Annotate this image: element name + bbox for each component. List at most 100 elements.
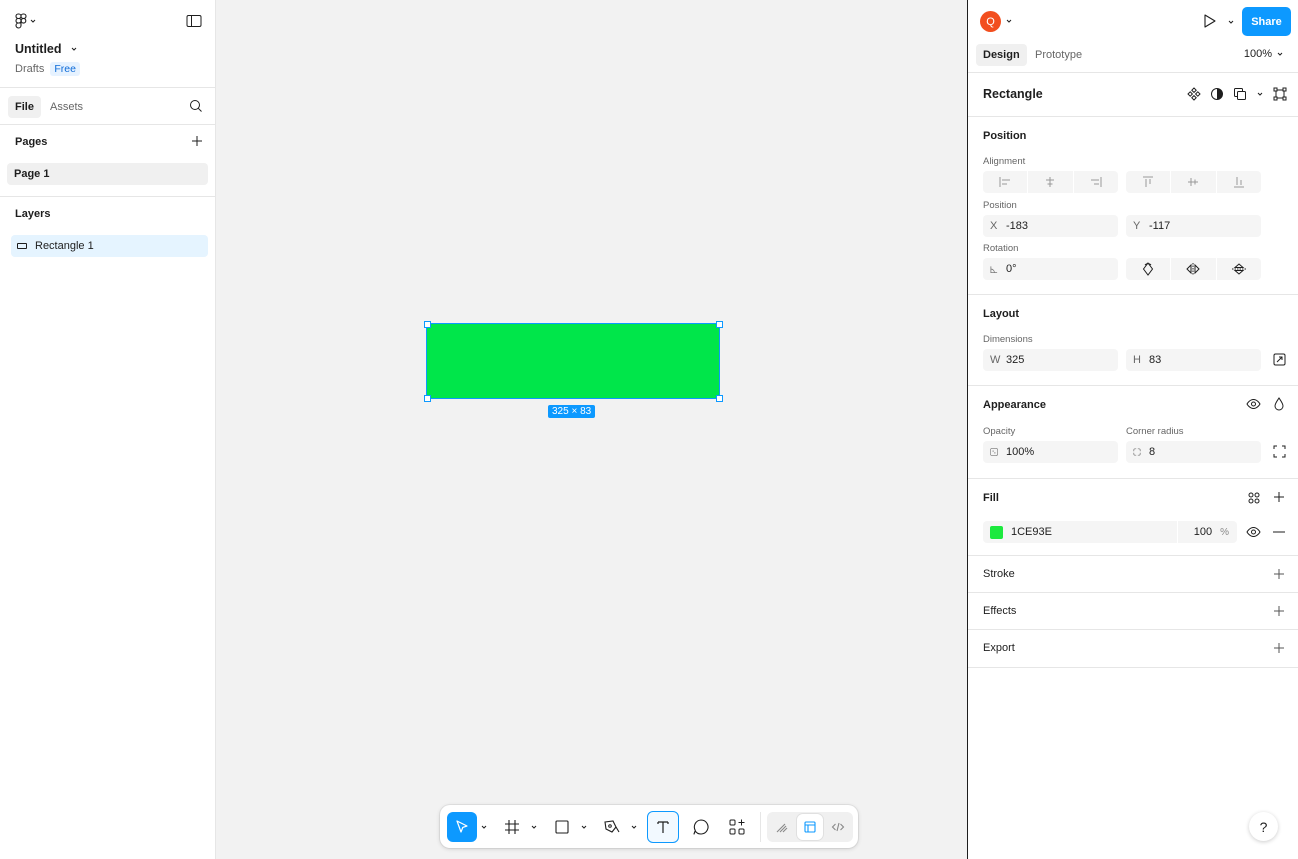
- h-prefix: H: [1133, 354, 1141, 366]
- flip-vertical-icon[interactable]: [1217, 258, 1261, 280]
- shape-tool-dropdown[interactable]: [577, 812, 591, 842]
- opacity-label: Opacity: [983, 426, 1016, 437]
- height-value: 83: [1149, 354, 1162, 366]
- independent-corners-icon[interactable]: [1273, 445, 1286, 458]
- design-mode-button[interactable]: [797, 813, 823, 840]
- opacity-field[interactable]: 100%: [983, 441, 1118, 463]
- width-field[interactable]: W 325: [983, 349, 1118, 371]
- w-prefix: W: [990, 354, 1001, 366]
- tab-design[interactable]: Design: [976, 44, 1027, 66]
- resize-handle-bottom-left[interactable]: [424, 395, 431, 402]
- frame-tool-button[interactable]: [497, 812, 527, 842]
- align-middle-icon[interactable]: [1171, 171, 1217, 193]
- right-panel: Q Share Design Prototype 100% Rectangle: [967, 0, 1298, 859]
- chevron-down-icon[interactable]: [1227, 18, 1235, 26]
- rectangle-tool-button[interactable]: [547, 812, 577, 842]
- present-play-icon[interactable]: [1200, 12, 1218, 30]
- resize-handle-top-right[interactable]: [716, 321, 723, 328]
- layers-heading: Layers: [15, 208, 51, 220]
- flip-horizontal-icon[interactable]: [1171, 258, 1217, 280]
- boolean-icon[interactable]: [1233, 87, 1247, 101]
- x-field[interactable]: X -183: [983, 215, 1118, 237]
- frame-tool-dropdown[interactable]: [527, 812, 541, 842]
- align-left-icon[interactable]: [983, 171, 1029, 193]
- page-item[interactable]: Page 1: [7, 163, 208, 185]
- component-icon[interactable]: [1187, 87, 1201, 101]
- pen-icon: [603, 819, 621, 835]
- resize-handle-top-left[interactable]: [424, 321, 431, 328]
- blend-mode-icon[interactable]: [1274, 397, 1284, 411]
- rectangle-shape[interactable]: [426, 323, 720, 399]
- main-menu-button[interactable]: [15, 13, 37, 29]
- help-button[interactable]: ?: [1249, 812, 1278, 841]
- text-tool-button[interactable]: [647, 810, 679, 843]
- corner-radius-field[interactable]: 8: [1126, 441, 1261, 463]
- fill-row[interactable]: 1CE93E 100 %: [983, 521, 1237, 543]
- chevron-down-icon: [1276, 50, 1284, 58]
- align-center-h-icon[interactable]: [1028, 171, 1074, 193]
- remove-fill-icon[interactable]: [1273, 531, 1285, 533]
- actions-button[interactable]: [722, 812, 752, 842]
- add-export-icon[interactable]: [1273, 642, 1285, 654]
- styles-grid-icon[interactable]: [1248, 492, 1260, 504]
- align-right-icon[interactable]: [1074, 171, 1118, 193]
- add-stroke-icon[interactable]: [1273, 568, 1285, 580]
- comment-tool-button[interactable]: [686, 812, 716, 842]
- align-bottom-icon[interactable]: [1217, 171, 1261, 193]
- effects-section[interactable]: Effects: [968, 593, 1298, 630]
- angle-icon: [990, 265, 998, 274]
- add-fill-icon[interactable]: [1273, 491, 1285, 503]
- code-icon: [831, 820, 845, 834]
- move-tool-button[interactable]: [447, 811, 477, 842]
- pen-tool-dropdown[interactable]: [627, 812, 641, 842]
- resize-handle-bottom-right[interactable]: [716, 395, 723, 402]
- zoom-dropdown[interactable]: 100%: [1244, 48, 1284, 60]
- constrain-proportions-icon[interactable]: [1273, 353, 1286, 366]
- dev-mode-button[interactable]: [825, 814, 851, 840]
- stroke-section[interactable]: Stroke: [968, 556, 1298, 593]
- square-icon: [554, 819, 570, 835]
- export-section[interactable]: Export: [968, 630, 1298, 668]
- rotation-field[interactable]: 0°: [983, 258, 1118, 280]
- avatar[interactable]: Q: [980, 11, 1001, 32]
- object-actions: [1187, 87, 1287, 101]
- eye-icon[interactable]: [1246, 398, 1261, 410]
- layer-item[interactable]: Rectangle 1: [11, 235, 208, 257]
- plan-badge[interactable]: Free: [50, 62, 80, 76]
- opacity-value: 100%: [1006, 446, 1035, 458]
- search-icon[interactable]: [189, 99, 203, 113]
- fill-hex-value[interactable]: 1CE93E: [1011, 526, 1169, 538]
- left-panel: Untitled Drafts Free File Assets Pages P…: [0, 0, 216, 859]
- frame-selection-icon[interactable]: [1273, 87, 1287, 101]
- drafts-link[interactable]: Drafts: [15, 63, 44, 75]
- mask-icon[interactable]: [1210, 87, 1224, 101]
- fill-color-swatch[interactable]: [990, 525, 1003, 539]
- chevron-down-icon[interactable]: [1256, 90, 1264, 98]
- tab-prototype[interactable]: Prototype: [1028, 44, 1089, 66]
- chevron-down-icon: [580, 823, 588, 831]
- add-effect-icon[interactable]: [1273, 605, 1285, 617]
- position-heading: Position: [983, 130, 1027, 142]
- add-page-icon[interactable]: [191, 135, 203, 147]
- share-button[interactable]: Share: [1242, 7, 1291, 36]
- comment-icon: [692, 818, 710, 836]
- opacity-icon: [990, 447, 998, 457]
- chevron-down-icon[interactable]: [1005, 17, 1013, 25]
- tab-file[interactable]: File: [8, 96, 41, 118]
- rotate-90-icon[interactable]: [1126, 258, 1172, 280]
- bottom-toolbar: [440, 805, 858, 848]
- sidebar-toggle-icon[interactable]: [186, 14, 202, 28]
- height-field[interactable]: H 83: [1126, 349, 1261, 371]
- eye-icon[interactable]: [1246, 526, 1261, 538]
- fill-opacity-value[interactable]: 100: [1186, 526, 1212, 538]
- canvas[interactable]: 325 × 83: [217, 0, 967, 859]
- y-field[interactable]: Y -117: [1126, 215, 1261, 237]
- pages-section: Pages Page 1: [0, 125, 215, 185]
- file-title-button[interactable]: Untitled: [15, 42, 78, 56]
- pen-tool-button[interactable]: [597, 812, 627, 842]
- draw-mode-button[interactable]: [769, 814, 795, 840]
- layer-label: Rectangle 1: [35, 240, 94, 252]
- tab-assets[interactable]: Assets: [43, 96, 90, 118]
- move-tool-dropdown[interactable]: [477, 812, 491, 842]
- align-top-icon[interactable]: [1126, 171, 1172, 193]
